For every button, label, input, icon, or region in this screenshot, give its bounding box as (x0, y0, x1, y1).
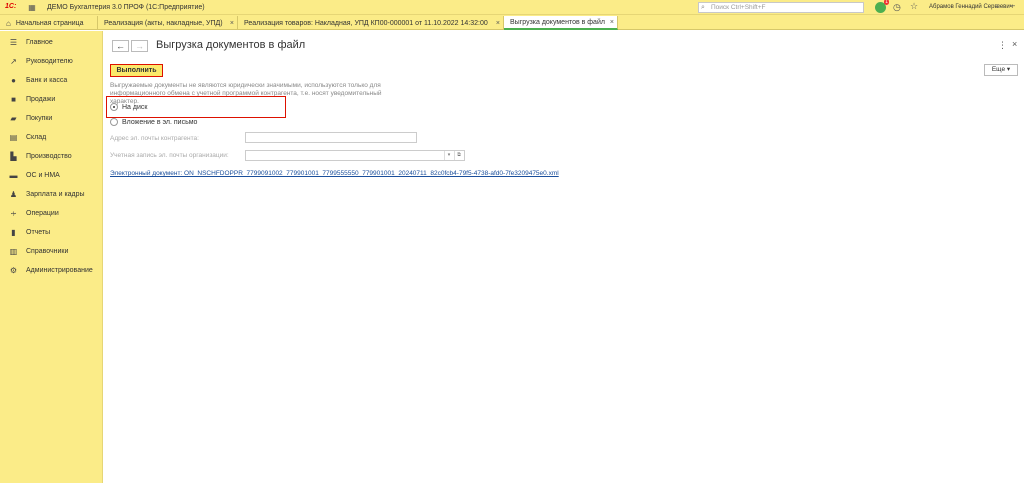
main-menu-icon[interactable]: ≡ (995, 2, 1000, 11)
open-link-icon[interactable]: ⧉ (454, 151, 463, 160)
close-icon[interactable]: × (1012, 39, 1017, 49)
forward-arrow-icon[interactable]: → (131, 40, 148, 52)
sidebar-item-warehouse[interactable]: ▤ Склад (0, 128, 103, 147)
tab-label: Реализация товаров: Накладная, УПД КП00-… (244, 19, 488, 27)
sidebar: ☰ Главное ↗ Руководителю ● Банк и касса ■ Пр… (0, 31, 103, 483)
user-name[interactable]: Абрамов Геннадий Сергеевич (929, 4, 1013, 10)
close-tab-icon[interactable]: × (496, 20, 500, 27)
tab-export[interactable]: Выгрузка документов в файл × (504, 16, 618, 30)
book-icon: ▥ (9, 247, 18, 256)
sidebar-item-salary[interactable]: ♟ Зарплата и кадры (0, 185, 103, 204)
sidebar-item-reports[interactable]: ▮ Отчеты (0, 223, 103, 242)
sidebar-item-label: Администрирование (26, 267, 93, 274)
main-content: ← → Выгрузка документов в файл ⋮ × Выпол… (104, 31, 1024, 483)
close-tab-icon[interactable]: × (230, 20, 234, 27)
sidebar-item-label: Склад (26, 134, 47, 141)
sidebar-item-assets[interactable]: ▬ ОС и НМА (0, 166, 103, 185)
page-title: Выгрузка документов в файл (156, 39, 306, 51)
more-vertical-icon[interactable]: ⋮ (998, 40, 1007, 51)
trend-icon: ↗ (10, 57, 17, 66)
file-link[interactable]: Электронный документ: ON_NSCHFDOPPR_7799… (110, 170, 559, 177)
notification-count: 1 (884, 0, 889, 5)
sidebar-item-production[interactable]: ▙ Производство (0, 147, 103, 166)
close-tab-icon[interactable]: × (610, 19, 614, 26)
sidebar-item-label: Продажи (26, 96, 56, 103)
more-button-label: Еще (991, 66, 1006, 73)
execute-button[interactable]: Выполнить (110, 64, 163, 77)
sidebar-item-label: Зарплата и кадры (26, 191, 85, 198)
tab-label: Начальная страница (15, 19, 84, 27)
radio-label: Вложение в эл. письмо (122, 118, 198, 126)
sidebar-item-label: Справочники (26, 248, 69, 255)
sidebar-item-label: Отчеты (26, 229, 51, 236)
menu-icon: ☰ (9, 38, 18, 47)
sidebar-item-label: Покупки (26, 115, 53, 122)
sidebar-item-director[interactable]: ↗ Руководителю (0, 52, 103, 71)
factory-icon: ▙ (10, 152, 17, 161)
radio-unselected[interactable] (110, 118, 118, 126)
sidebar-item-catalogs[interactable]: ▥ Справочники (0, 242, 103, 261)
back-arrow-icon[interactable]: ← (112, 40, 129, 52)
bag-icon: ■ (11, 95, 16, 104)
person-icon: ♟ (9, 190, 18, 199)
history-icon[interactable]: ◷ (893, 2, 901, 13)
account-select[interactable]: ▾ ⧉ (245, 150, 465, 161)
app-logo: 1С: (5, 2, 17, 10)
truck-icon: ▬ (9, 171, 18, 180)
account-field-label: Учетная запись эл. почты организации: (110, 152, 229, 159)
sidebar-item-label: ОС и НМА (26, 172, 60, 179)
radio-label: На диск (122, 103, 148, 111)
grid-icon[interactable]: ▦ (27, 2, 37, 12)
sidebar-item-label: Главное (26, 39, 53, 46)
radio-to-disk[interactable]: На диск (110, 103, 147, 111)
tab-label: Реализация (акты, накладные, УПД) (104, 19, 223, 27)
cart-icon: ▰ (10, 114, 17, 123)
sidebar-item-operations[interactable]: ∻ Операции (0, 204, 103, 223)
search-icon: ⌕ (701, 4, 705, 11)
sidebar-item-label: Руководителю (26, 58, 73, 65)
favorites-icon[interactable]: ☆ (910, 1, 918, 12)
sidebar-item-main[interactable]: ☰ Главное (0, 33, 103, 52)
sidebar-item-bank[interactable]: ● Банк и касса (0, 71, 103, 90)
email-field[interactable] (245, 132, 417, 143)
search-input[interactable]: ⌕ Поиск Ctrl+Shift+F (698, 2, 864, 13)
operations-icon: ∻ (10, 209, 17, 218)
report-icon: ▮ (11, 228, 16, 237)
radio-email-attachment[interactable]: Вложение в эл. письмо (110, 118, 197, 126)
gear-icon: ⚙ (9, 266, 18, 275)
sidebar-item-admin[interactable]: ⚙ Администрирование (0, 261, 103, 280)
bank-icon: ● (11, 76, 16, 85)
sidebar-item-sales[interactable]: ■ Продажи (0, 90, 103, 109)
radio-selected[interactable] (110, 103, 118, 111)
warehouse-icon: ▤ (9, 133, 18, 142)
more-button[interactable]: Еще ▾ (984, 64, 1018, 76)
search-placeholder: Поиск Ctrl+Shift+F (711, 4, 766, 11)
app-title: ДЕМО Бухгалтерия 3.0 ПРОФ (1С:Предприяти… (47, 3, 205, 11)
sidebar-item-label: Банк и касса (26, 77, 68, 84)
notification-icon[interactable]: 1 (875, 0, 889, 13)
tab-label: Выгрузка документов в файл (510, 18, 605, 26)
tabs-bar: ⌂ Начальная страница Реализация (акты, н… (0, 15, 1024, 30)
tab-sales-list[interactable]: Реализация (акты, накладные, УПД) × (98, 16, 238, 30)
chevron-down-icon[interactable]: ▾ (444, 151, 453, 160)
home-icon: ⌂ (6, 18, 11, 28)
tab-home[interactable]: ⌂ Начальная страница (0, 16, 98, 30)
title-bar: 1С: ▦ ДЕМО Бухгалтерия 3.0 ПРОФ (1С:Пред… (0, 0, 1024, 15)
email-field-label: Адрес эл. почты контрагента: (110, 135, 199, 142)
minimize-icon[interactable]: – (1010, 0, 1015, 10)
tab-sales-document[interactable]: Реализация товаров: Накладная, УПД КП00-… (238, 16, 504, 30)
sidebar-item-label: Операции (26, 210, 59, 217)
sidebar-item-purchases[interactable]: ▰ Покупки (0, 109, 103, 128)
sidebar-item-label: Производство (26, 153, 72, 160)
